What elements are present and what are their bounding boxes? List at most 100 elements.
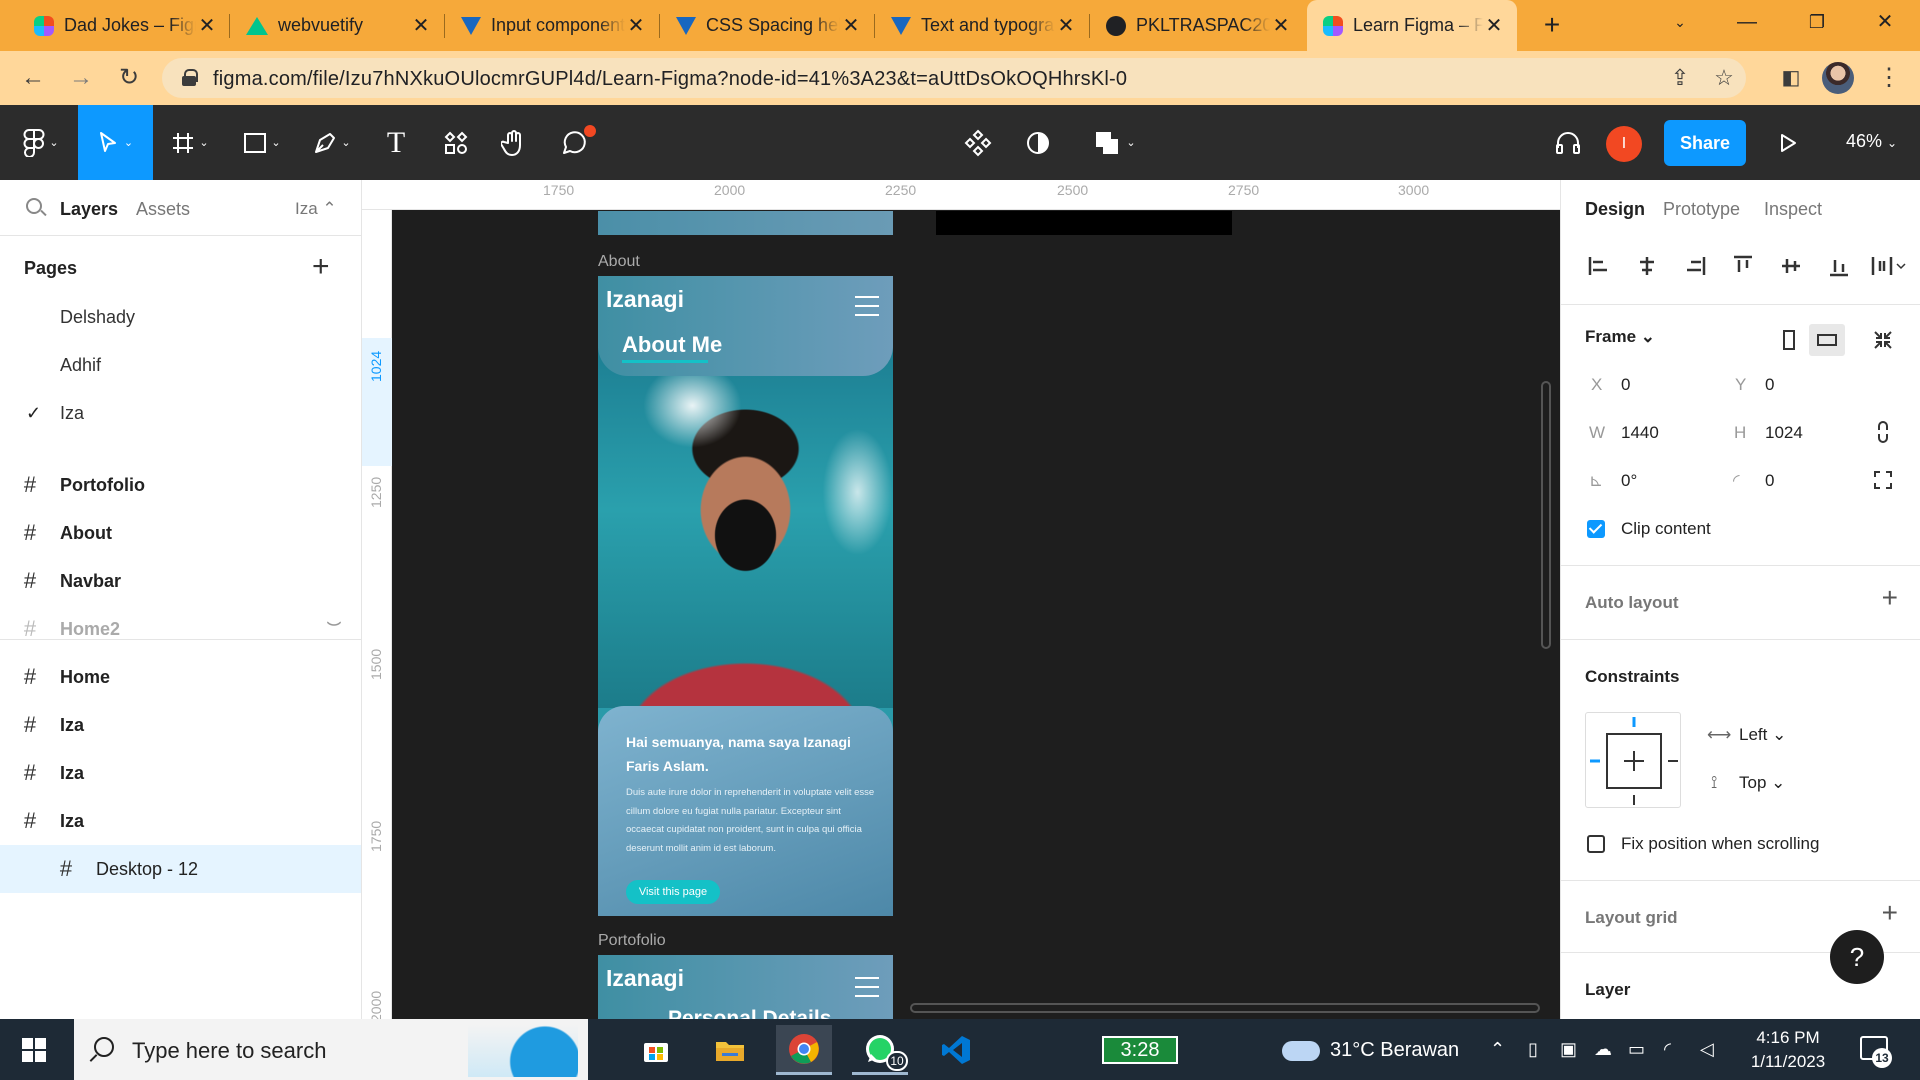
page-item[interactable]: Adhif xyxy=(60,355,101,376)
frame-dropdown[interactable]: Frame ⌄ xyxy=(1585,327,1655,347)
constraint-widget[interactable] xyxy=(1585,712,1681,808)
height-field[interactable]: 1024 xyxy=(1765,423,1803,443)
minimize-button[interactable]: — xyxy=(1712,0,1782,44)
close-icon[interactable]: ✕ xyxy=(1270,13,1292,38)
comment-tool[interactable] xyxy=(544,105,604,180)
cloud-offline-icon[interactable]: ☁ xyxy=(1594,1039,1612,1060)
frame-tool[interactable]: ⌄ xyxy=(160,105,220,180)
portrait-icon[interactable] xyxy=(1773,324,1805,356)
align-top-icon[interactable] xyxy=(1727,250,1759,282)
close-icon[interactable]: ✕ xyxy=(410,13,432,38)
tray-app-icon[interactable]: ▣ xyxy=(1560,1039,1577,1060)
hand-tool[interactable] xyxy=(484,105,544,180)
tab-learn-figma[interactable]: Learn Figma – Figma ✕ xyxy=(1307,0,1517,51)
resize-to-fit-icon[interactable] xyxy=(1867,324,1899,356)
align-bottom-icon[interactable] xyxy=(1823,250,1855,282)
file-explorer-icon[interactable] xyxy=(702,1025,758,1075)
microsoft-store-icon[interactable] xyxy=(628,1025,684,1075)
align-left-icon[interactable] xyxy=(1583,250,1615,282)
tab-webvuetify[interactable]: webvuetify ✕ xyxy=(230,0,444,51)
battery-widget[interactable]: 3:28 xyxy=(1102,1036,1178,1064)
zoom-dropdown[interactable]: 46% ⌄ xyxy=(1846,131,1897,152)
portofolio-frame[interactable]: Izanagi Personal Details xyxy=(598,955,893,1019)
whatsapp-icon[interactable]: 10 xyxy=(852,1025,908,1075)
layer-row[interactable]: # Home xyxy=(0,653,361,701)
layer-row[interactable]: # Iza xyxy=(0,701,361,749)
wifi-icon[interactable]: ◜ xyxy=(1664,1039,1671,1060)
restore-button[interactable]: ❐ xyxy=(1782,0,1852,44)
speaker-icon[interactable]: ◁ xyxy=(1700,1039,1714,1060)
share-button[interactable]: Share xyxy=(1664,120,1746,166)
close-icon[interactable]: ✕ xyxy=(1483,13,1505,38)
page-item-current[interactable]: Iza xyxy=(60,403,84,424)
layer-row-selected[interactable]: # Desktop - 12 xyxy=(0,845,361,893)
tab-input-component[interactable]: Input component ✕ xyxy=(445,0,659,51)
help-button[interactable]: ? xyxy=(1830,930,1884,984)
main-menu-button[interactable]: ⌄ xyxy=(10,105,72,180)
tab-layers[interactable]: Layers xyxy=(60,199,118,220)
layer-row-hidden[interactable]: # Home2 ︶ xyxy=(0,605,361,653)
width-field[interactable]: 1440 xyxy=(1621,423,1659,443)
chrome-icon[interactable] xyxy=(776,1025,832,1075)
layer-row[interactable]: # Iza xyxy=(0,749,361,797)
clip-content-checkbox[interactable] xyxy=(1587,520,1605,538)
add-auto-layout-icon[interactable]: + xyxy=(1882,582,1898,614)
eye-closed-icon[interactable]: ︶ xyxy=(327,619,341,639)
share-page-icon[interactable]: ⇪ xyxy=(1664,62,1696,94)
chevron-up-icon[interactable]: ⌃ xyxy=(1490,1039,1505,1060)
phone-link-icon[interactable]: ▯ xyxy=(1528,1039,1538,1060)
horizontal-scrollbar[interactable] xyxy=(910,1003,1540,1013)
align-vertical-center-icon[interactable] xyxy=(1775,250,1807,282)
resources-tool[interactable] xyxy=(426,105,486,180)
frame-label-portofolio[interactable]: Portofolio xyxy=(598,932,666,950)
layer-row[interactable]: # Portofolio xyxy=(0,461,361,509)
create-component-button[interactable] xyxy=(948,105,1008,180)
weather-widget[interactable]: 31°C Berawan xyxy=(1330,1039,1459,1062)
system-clock[interactable]: 4:16 PM 1/11/2023 xyxy=(1740,1026,1836,1074)
align-horizontal-center-icon[interactable] xyxy=(1631,250,1663,282)
back-icon[interactable]: ← xyxy=(16,61,50,95)
layer-row[interactable]: # Navbar xyxy=(0,557,361,605)
present-button[interactable] xyxy=(1758,105,1818,180)
close-window-button[interactable]: ✕ xyxy=(1850,0,1920,44)
url-text[interactable]: figma.com/file/Izu7hNXkuOUlocmrGUPl4d/Le… xyxy=(213,68,1127,91)
boolean-button[interactable]: ⌄ xyxy=(1080,105,1150,180)
vertical-scrollbar[interactable] xyxy=(1541,381,1551,649)
menu-kebab-icon[interactable]: ⋮ xyxy=(1872,61,1906,95)
audio-chat-button[interactable] xyxy=(1538,105,1598,180)
independent-corners-icon[interactable] xyxy=(1867,464,1899,496)
distribute-icon[interactable] xyxy=(1867,250,1911,282)
tab-assets[interactable]: Assets xyxy=(136,199,190,220)
fix-position-checkbox[interactable] xyxy=(1587,835,1605,853)
layer-row[interactable]: # Iza xyxy=(0,797,361,845)
profile-avatar[interactable] xyxy=(1822,62,1854,94)
tab-inspect[interactable]: Inspect xyxy=(1764,199,1822,220)
add-page-icon[interactable]: + xyxy=(312,250,330,284)
frame-above[interactable] xyxy=(598,211,893,235)
tab-prototype[interactable]: Prototype xyxy=(1663,199,1740,220)
page-switcher[interactable]: Iza ⌃ xyxy=(295,199,337,219)
battery-icon[interactable]: ▭ xyxy=(1628,1039,1645,1060)
layer-row[interactable]: # About xyxy=(0,509,361,557)
reload-icon[interactable]: ↻ xyxy=(112,61,146,95)
mask-button[interactable] xyxy=(1008,105,1068,180)
search-icon[interactable] xyxy=(26,198,42,214)
add-layout-grid-icon[interactable]: + xyxy=(1882,897,1898,929)
bookmark-star-icon[interactable]: ☆ xyxy=(1708,62,1740,94)
design-canvas[interactable]: About Izanagi About Me Hai semuanya, nam… xyxy=(393,211,1560,1019)
close-icon[interactable]: ✕ xyxy=(840,13,862,38)
x-field[interactable]: 0 xyxy=(1621,375,1630,395)
text-tool[interactable]: T xyxy=(366,105,426,180)
windows-start-icon[interactable] xyxy=(22,1038,46,1062)
taskbar-search[interactable]: Type here to search xyxy=(74,1019,588,1080)
tab-design[interactable]: Design xyxy=(1585,199,1645,220)
pen-tool[interactable]: ⌄ xyxy=(302,105,362,180)
frame-dark-block[interactable] xyxy=(936,211,1232,235)
tab-github[interactable]: PKLTRASPAC2022 ✕ xyxy=(1090,0,1304,51)
url-field[interactable]: figma.com/file/Izu7hNXkuOUlocmrGUPl4d/Le… xyxy=(162,58,1746,98)
frame-label-about[interactable]: About xyxy=(598,253,640,271)
vscode-icon[interactable] xyxy=(928,1025,984,1075)
radius-field[interactable]: 0 xyxy=(1765,471,1774,491)
about-frame[interactable]: Izanagi About Me Hai semuanya, nama saya… xyxy=(598,276,893,916)
page-item[interactable]: Delshady xyxy=(60,307,135,328)
